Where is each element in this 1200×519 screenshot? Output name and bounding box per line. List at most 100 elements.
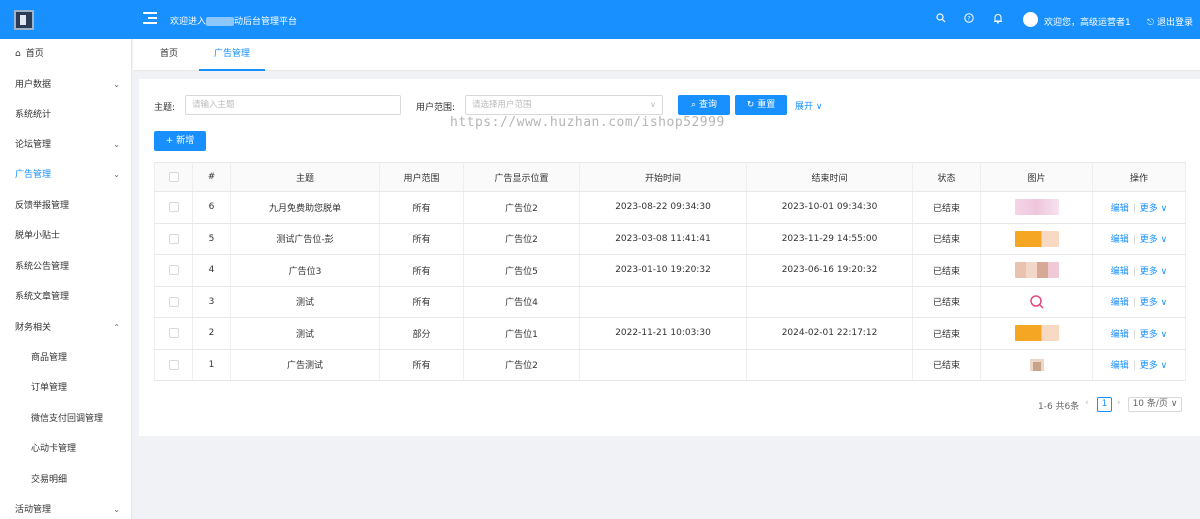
table-row: 2 测试 部分 广告位1 2022-11-21 10:03:30 2024-02-01 2… [154,317,1186,350]
row-actions: 编辑 更多 ∨ [1092,223,1186,255]
row-select-cell [154,191,193,224]
sidebar-item[interactable]: 订单管理 [0,373,132,403]
edit-link[interactable]: 编辑 [1111,298,1129,308]
ad-thumbnail[interactable] [1014,230,1059,247]
ad-thumbnail[interactable] [1015,294,1059,310]
sidebar-item[interactable]: 活动管理 ⌄ [0,495,132,519]
row-subject: 测试 [230,286,380,318]
sidebar-item[interactable]: 反馈举报管理 [0,191,132,221]
pagination-summary: 1-6 共6条 [1038,402,1080,412]
scope-select[interactable]: 请选择用户范围 ∨ [465,95,663,115]
sidebar-item[interactable]: 系统公告管理 [0,252,132,282]
expand-button[interactable]: 展开 ∨ [795,99,822,112]
expand-label: 展开 [795,102,814,112]
row-actions: 编辑 更多 ∨ [1092,349,1186,381]
row-select-cell [154,223,193,255]
sidebar-item-label: 心动卡管理 [31,444,77,454]
edit-link[interactable]: 编辑 [1111,204,1129,214]
more-dropdown[interactable]: 更多 ∨ [1140,298,1167,308]
search-icon: ⌕ [691,100,697,110]
row-select-cell [154,317,193,350]
more-dropdown[interactable]: 更多 ∨ [1140,330,1167,340]
prev-page-icon[interactable]: ‹ [1085,398,1089,408]
scope-placeholder: 请选择用户范围 [472,100,532,110]
subject-label: 主题: [154,103,176,113]
reset-button[interactable]: ↻ 重置 [735,95,787,115]
row-position: 广告位2 [463,191,580,224]
next-page-icon[interactable]: › [1117,398,1121,408]
user-greeting[interactable]: 欢迎您，高级运营者1 [1044,15,1131,28]
chevron-down-icon: ∨ [815,102,823,112]
ad-thumbnail[interactable] [1014,325,1059,342]
sidebar-item[interactable]: 系统文章管理 [0,282,132,312]
checkbox[interactable] [168,296,179,307]
ad-thumbnail[interactable] [1014,262,1059,279]
edit-link[interactable]: 编辑 [1111,361,1129,371]
sidebar-item[interactable]: 交易明细 [0,465,132,495]
sidebar-item[interactable]: ⌂ 首页 [0,39,132,69]
watermark: https://www.huzhan.com/ishop52999 [450,115,725,130]
logout-button[interactable]: ⎋ 退出登录 [1147,15,1193,28]
checkbox[interactable] [168,171,179,182]
logout-icon: ⎋ [1147,18,1155,28]
ad-thumbnail[interactable] [1015,357,1059,373]
checkbox[interactable] [168,359,179,370]
row-image-cell [980,349,1093,381]
more-dropdown[interactable]: 更多 ∨ [1140,267,1167,277]
row-select-cell [154,286,193,318]
header-position: 广告显示位置 [463,162,580,192]
more-dropdown[interactable]: 更多 ∨ [1140,204,1167,214]
page-size-select[interactable]: 10 条/页 ∨ [1128,397,1182,412]
sidebar-item[interactable]: 论坛管理 ⌄ [0,130,132,160]
row-no: 4 [192,254,231,287]
add-button[interactable]: + 新增 [154,131,206,151]
sidebar-item[interactable]: 系统统计 [0,100,132,130]
header-status: 状态 [912,162,981,192]
checkbox[interactable] [168,328,179,338]
edit-link[interactable]: 编辑 [1111,235,1129,245]
menu-toggle-icon[interactable] [143,12,157,24]
sidebar-item-label: 交易明细 [31,475,68,485]
page-size-label: 10 条/页 [1132,399,1168,409]
row-subject: 九月免费助您脱单 [230,191,380,224]
edit-link[interactable]: 编辑 [1111,330,1129,340]
sidebar-item[interactable]: 心动卡管理 [0,434,132,464]
divider [1133,266,1135,276]
sidebar-item[interactable]: 微信支付回调管理 [0,404,132,434]
tab-home[interactable]: 首页 [160,39,178,71]
search-icon[interactable] [935,13,947,25]
ad-thumbnail[interactable] [1014,199,1059,216]
subject-input[interactable]: 请输入主题 [185,95,401,115]
table-header-row: # 主题 用户范围 广告显示位置 开始时间 结束时间 状态 图片 操作 [154,162,1186,192]
sidebar-item-label: 订单管理 [31,383,68,393]
table-row: 1 广告测试 所有 广告位2 已结束 编辑 更多 ∨ [154,349,1186,381]
sidebar-item[interactable]: 商品管理 [0,343,132,373]
more-dropdown[interactable]: 更多 ∨ [1140,235,1167,245]
row-scope: 部分 [379,317,464,350]
divider [1133,329,1135,339]
header-select-all[interactable] [154,162,193,192]
query-button[interactable]: ⌕ 查询 [678,95,730,115]
page-1-button[interactable]: 1 [1097,397,1112,412]
row-scope: 所有 [379,286,464,318]
checkbox[interactable] [168,202,179,212]
sidebar-item[interactable]: 财务相关 ⌃ [0,313,132,343]
bell-icon[interactable] [992,13,1004,25]
sidebar-item[interactable]: 用户数据 ⌄ [0,70,132,100]
row-start-time: 2023-08-22 09:34:30 [579,191,747,224]
chevron-down-icon: ∨ [1157,203,1168,214]
header-actions: 操作 [1092,162,1186,192]
row-image-cell [980,254,1093,287]
tab-ad-management[interactable]: 广告管理 [199,39,265,71]
sidebar-item[interactable]: 广告管理 ⌄ [0,160,132,190]
sidebar-item[interactable]: 脱单小贴士 [0,221,132,251]
chevron-down-icon: ∨ [1157,235,1168,246]
avatar[interactable] [1023,12,1038,27]
app-logo [14,10,34,30]
more-dropdown[interactable]: 更多 ∨ [1140,361,1167,371]
checkbox[interactable] [168,265,179,275]
help-icon[interactable]: ? [963,13,975,25]
edit-link[interactable]: 编辑 [1111,267,1129,277]
row-select-cell [154,254,193,287]
checkbox[interactable] [168,233,179,244]
